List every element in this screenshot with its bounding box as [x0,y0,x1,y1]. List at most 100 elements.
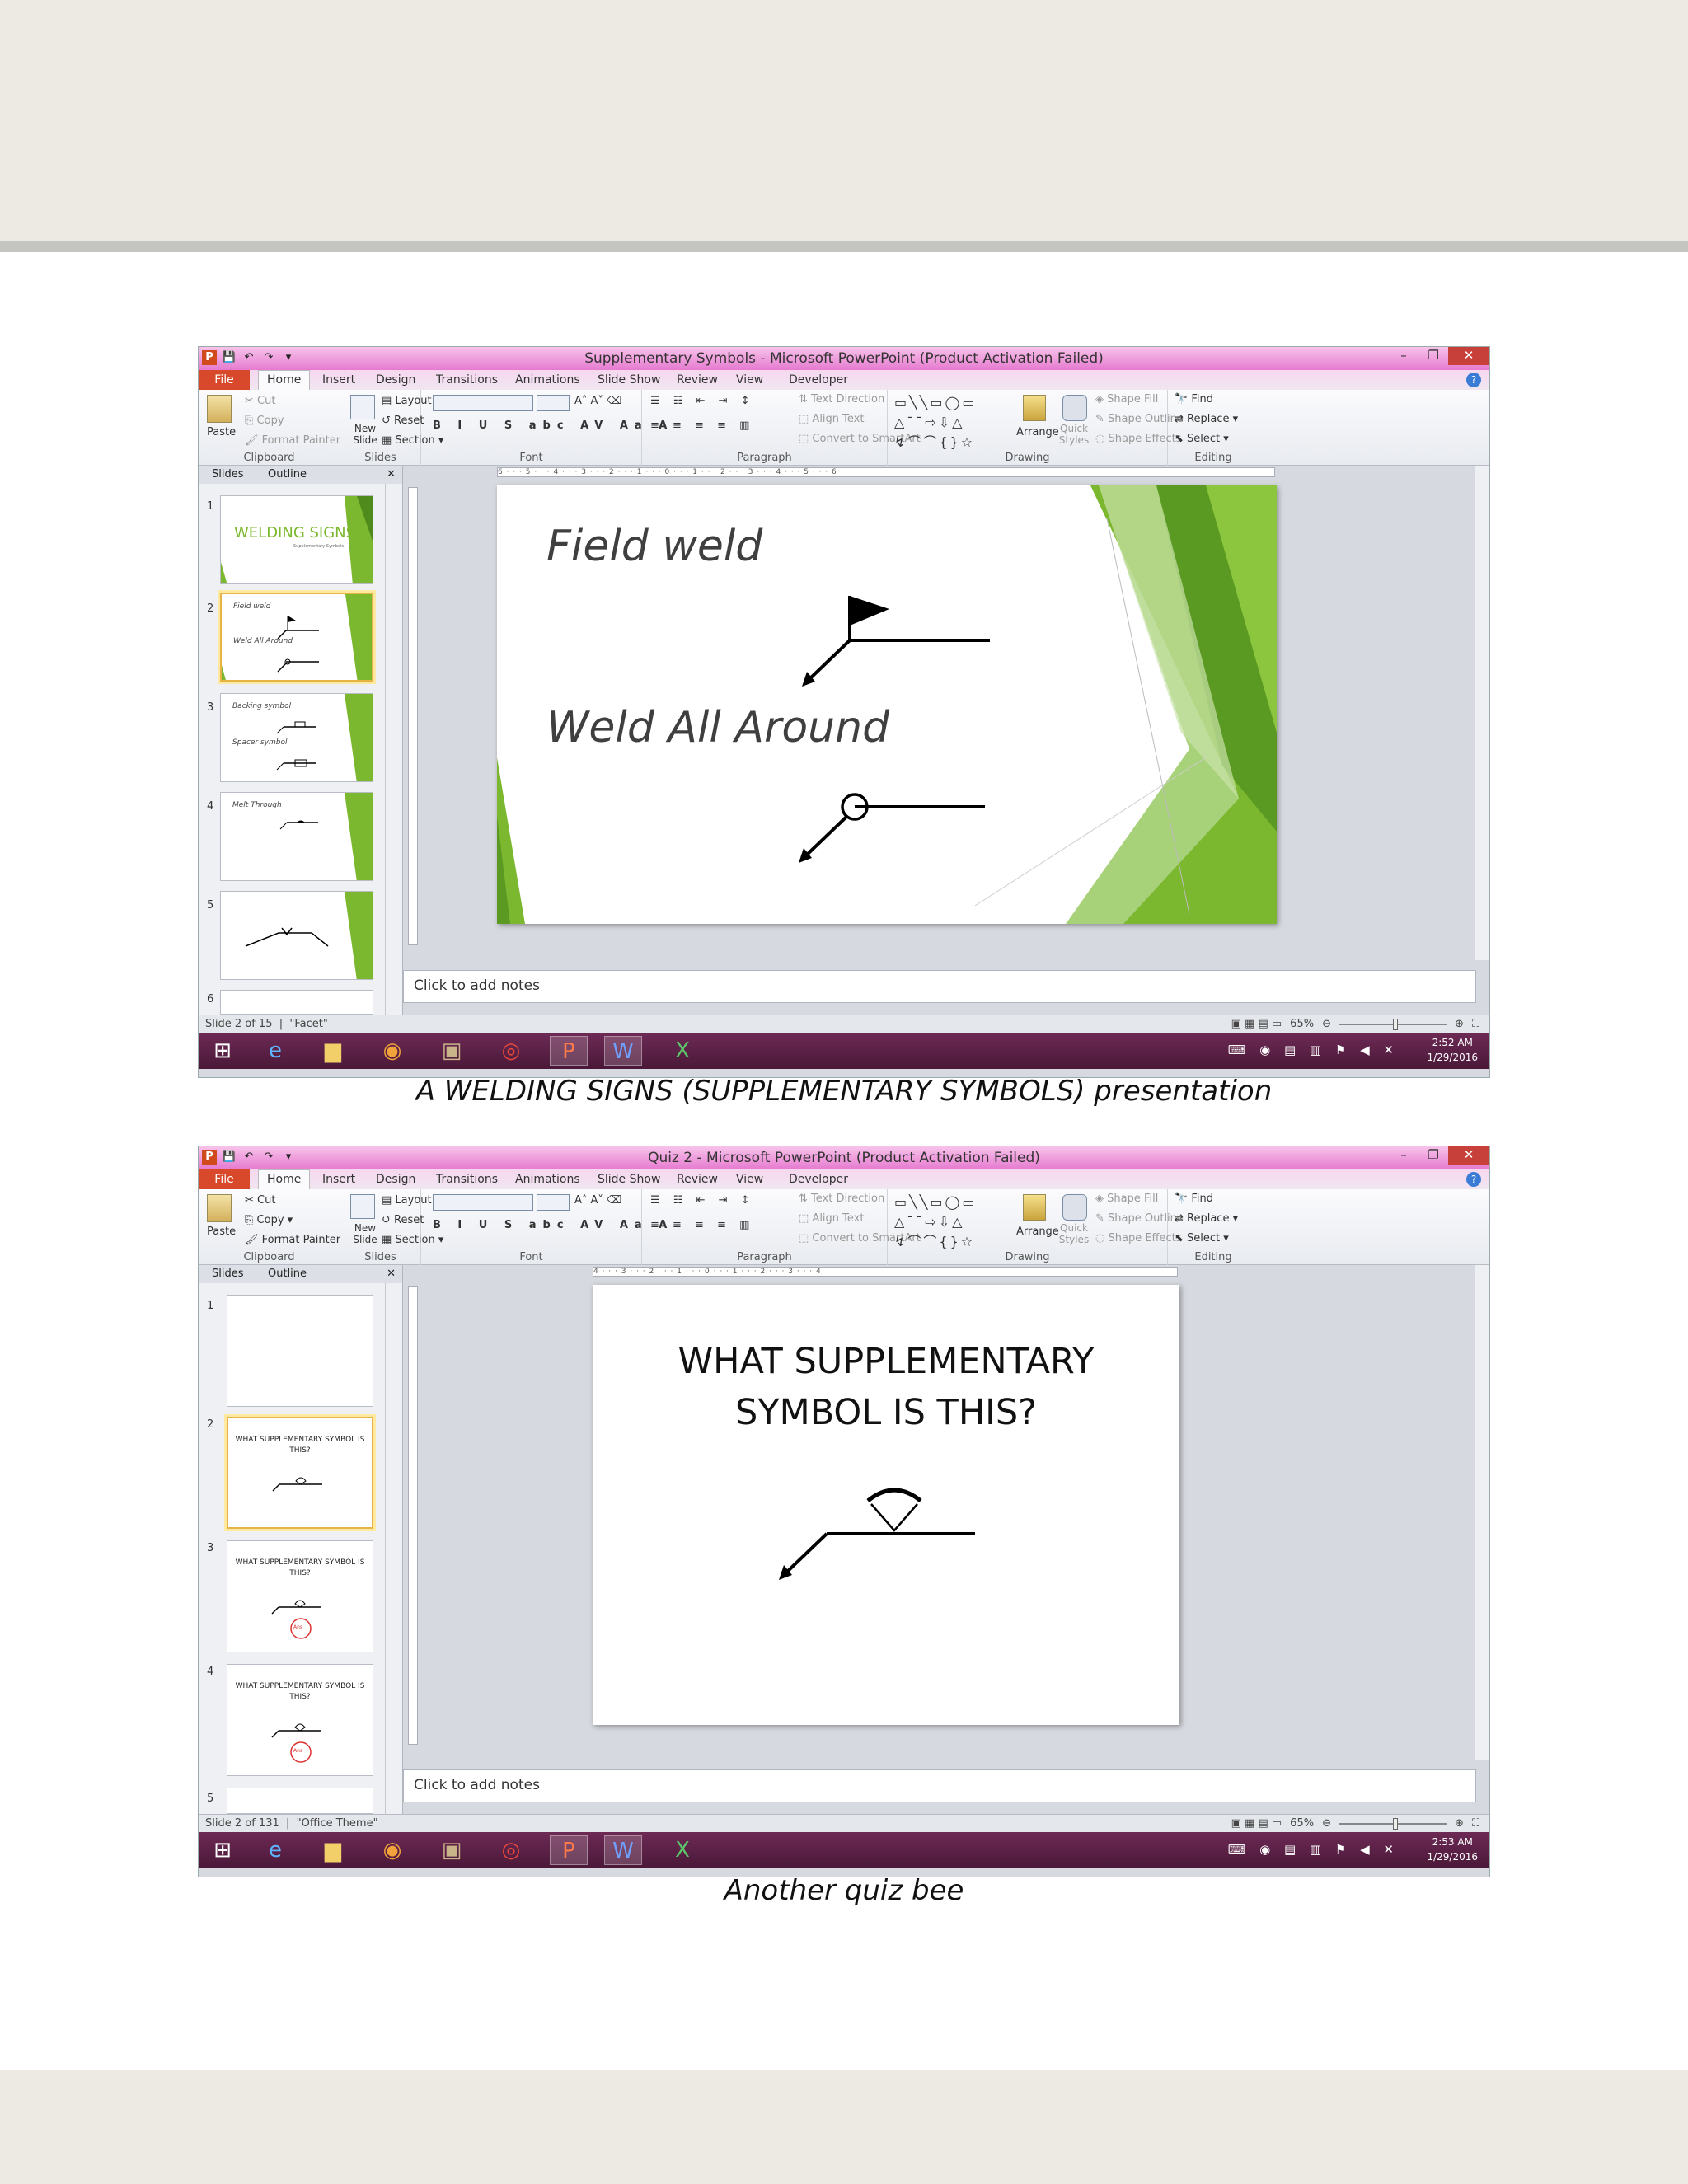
slide-thumbnail[interactable]: Melt Through [220,792,373,881]
editor-scrollbar[interactable] [1475,466,1489,960]
new-slide-icon[interactable] [350,395,375,419]
tab-outline[interactable]: Outline [268,468,307,480]
current-slide[interactable]: Field weld Weld All Around [497,485,1277,924]
grow-shrink-font-icons[interactable]: A˄ A˅ ⌫ [574,395,621,407]
reset-button[interactable]: ↺ Reset [382,1214,424,1226]
tab-outline[interactable]: Outline [268,1268,307,1280]
align-text-button[interactable]: ⬚ Align Text [799,1212,864,1225]
tab-transitions[interactable]: Transitions [436,1173,498,1186]
start-icon[interactable]: ⊞ [204,1036,241,1066]
help-icon[interactable]: ? [1466,1172,1481,1187]
tab-design[interactable]: Design [376,1173,415,1186]
reset-button[interactable]: ↺ Reset [382,415,424,427]
new-slide-icon[interactable] [350,1194,375,1219]
slide-thumbnail[interactable] [227,1295,373,1407]
quick-styles-icon[interactable] [1062,1194,1087,1221]
tab-transitions[interactable]: Transitions [436,373,498,387]
shapes-gallery[interactable]: ▭╲╲▭◯▭ △ˉˉ⇨⇩△ ↯⌒⌒{}☆ [894,393,1011,452]
help-icon[interactable]: ? [1466,373,1481,387]
paste-button[interactable]: Paste [207,426,236,438]
tab-developer[interactable]: Developer [789,373,848,387]
media-player-icon[interactable]: ◉ [373,1036,411,1066]
zoom-in-icon[interactable]: ⊕ [1455,1018,1464,1030]
close-button[interactable]: ✕ [1448,347,1489,365]
text-direction-button[interactable]: ⇅ Text Direction [799,393,884,405]
align-text-button[interactable]: ⬚ Align Text [799,413,864,425]
notes-pane[interactable]: Click to add notes [403,1769,1476,1802]
tab-developer[interactable]: Developer [789,1173,848,1186]
copy-button[interactable]: ⎘ Copy [245,415,284,427]
editor-scrollbar[interactable] [1475,1265,1489,1760]
media-player-icon[interactable]: ◉ [373,1835,411,1865]
restore-button[interactable]: ❐ [1418,347,1448,365]
tab-view[interactable]: View [736,1173,763,1186]
slide-thumbnail-selected[interactable]: WHAT SUPPLEMENTARY SYMBOL IS THIS? [227,1417,373,1529]
close-button[interactable]: ✕ [1448,1146,1489,1165]
app-icon[interactable]: ▣ [433,1036,471,1066]
font-format-icons[interactable]: B I U S abc AV Aa A [433,419,673,432]
paste-icon[interactable] [207,395,232,423]
tab-slides[interactable]: Slides [212,468,244,480]
tab-review[interactable]: Review [677,1173,718,1186]
paste-button[interactable]: Paste [207,1226,236,1238]
tab-insert[interactable]: Insert [322,1173,355,1186]
zoom-level[interactable]: 65% [1290,1817,1314,1830]
internet-explorer-icon[interactable]: e [256,1036,294,1066]
replace-button[interactable]: ⇄ Replace ▾ [1175,1212,1238,1225]
new-slide-button[interactable]: New Slide [347,1222,383,1245]
excel-taskbar-icon[interactable]: X [663,1036,701,1066]
select-button[interactable]: ⬉ Select ▾ [1175,433,1229,445]
quick-styles-button[interactable]: Quick Styles [1056,1222,1092,1245]
chrome-icon[interactable]: ◎ [492,1835,530,1865]
slide-thumbnail[interactable] [227,1788,373,1814]
cut-button[interactable]: ✂ Cut [245,1194,275,1207]
arrange-icon[interactable] [1023,1194,1046,1221]
thumbnails-scrollbar[interactable] [385,484,400,1015]
tab-file[interactable]: File [199,370,250,390]
powerpoint-taskbar-icon[interactable]: P [550,1835,588,1865]
tab-design[interactable]: Design [376,373,415,387]
close-pane-icon[interactable]: ✕ [387,1268,396,1280]
file-explorer-icon[interactable]: ▆ [314,1835,352,1865]
minimize-button[interactable]: – [1389,347,1418,365]
tab-home[interactable]: Home [258,1169,311,1190]
view-buttons[interactable]: ▣ ▦ ▤ ▭ [1231,1018,1282,1030]
font-size-dropdown[interactable] [537,1194,570,1211]
zoom-slider[interactable] [1339,1817,1447,1830]
new-slide-button[interactable]: New Slide [347,423,383,446]
fit-slide-icon[interactable]: ⛶ [1472,1018,1479,1030]
list-indent-icons[interactable]: ☰ ☷ ⇤ ⇥ ↕ [650,1194,755,1207]
word-taskbar-icon[interactable]: W [604,1036,642,1066]
close-pane-icon[interactable]: ✕ [387,468,396,480]
tab-slides[interactable]: Slides [212,1268,244,1280]
cut-button[interactable]: ✂ Cut [245,395,275,407]
font-name-dropdown[interactable] [433,395,533,411]
system-tray-icons[interactable]: ⌨ ◉ ▤ ▥ ⚑ ◀ ✕ [1228,1043,1399,1057]
current-slide[interactable]: WHAT SUPPLEMENTARY SYMBOL IS THIS? [593,1285,1179,1725]
word-taskbar-icon[interactable]: W [604,1835,642,1865]
text-direction-button[interactable]: ⇅ Text Direction [799,1193,884,1205]
format-painter-button[interactable]: 🖌 Format Painter [245,1234,340,1246]
paste-icon[interactable] [207,1194,232,1222]
tab-view[interactable]: View [736,373,763,387]
grow-shrink-font-icons[interactable]: A˄ A˅ ⌫ [574,1194,621,1207]
zoom-in-icon[interactable]: ⊕ [1455,1817,1464,1830]
tab-slide-show[interactable]: Slide Show [598,373,660,387]
slide-thumbnail[interactable]: WHAT SUPPLEMENTARY SYMBOL IS THIS? Ans [227,1664,373,1776]
tab-home[interactable]: Home [258,370,311,391]
restore-button[interactable]: ❐ [1418,1146,1448,1165]
arrange-button[interactable]: Arrange [1016,1226,1059,1238]
zoom-slider[interactable] [1339,1018,1447,1030]
view-buttons[interactable]: ▣ ▦ ▤ ▭ [1231,1817,1282,1830]
list-indent-icons[interactable]: ☰ ☷ ⇤ ⇥ ↕ [650,395,755,407]
tab-insert[interactable]: Insert [322,373,355,387]
notes-pane[interactable]: Click to add notes [403,970,1476,1003]
arrange-icon[interactable] [1023,395,1046,421]
tab-slide-show[interactable]: Slide Show [598,1173,660,1186]
zoom-out-icon[interactable]: ⊖ [1322,1817,1331,1830]
shapes-gallery[interactable]: ▭╲╲▭◯▭ △ˉˉ⇨⇩△ ↯⌒⌒{}☆ [894,1193,1011,1252]
font-format-icons[interactable]: B I U S abc AV Aa A [433,1219,673,1231]
find-button[interactable]: 🔭 Find [1175,393,1213,405]
slide-thumbnail[interactable]: WHAT SUPPLEMENTARY SYMBOL IS THIS? Ans [227,1540,373,1652]
shape-fill-button[interactable]: ◈ Shape Fill [1095,393,1158,405]
